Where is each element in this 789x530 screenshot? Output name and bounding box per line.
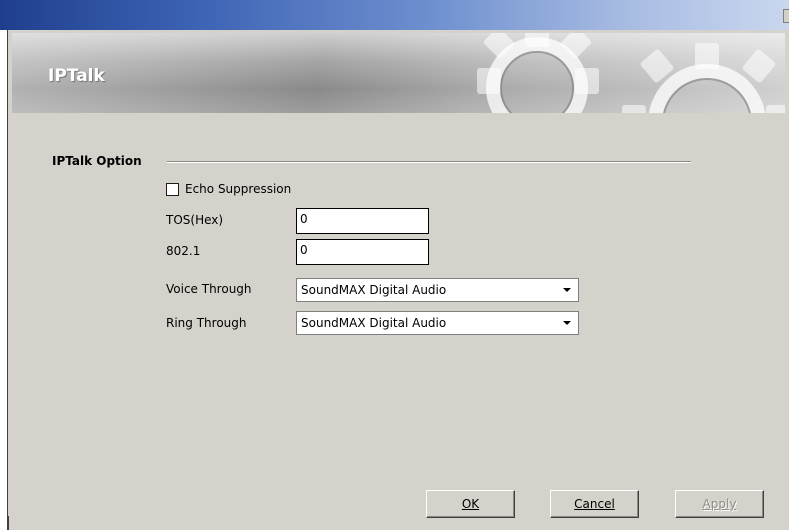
echo-suppression-label: Echo Suppression bbox=[185, 182, 292, 196]
cancel-button[interactable]: Cancel bbox=[550, 490, 639, 518]
ring-through-value: SoundMAX Digital Audio bbox=[301, 316, 447, 330]
ok-button[interactable]: OK bbox=[426, 490, 515, 518]
voice-through-select[interactable]: SoundMAX Digital Audio bbox=[296, 278, 579, 302]
header-banner: IPTalk bbox=[12, 33, 785, 113]
window-left-edge bbox=[0, 30, 8, 530]
group-divider bbox=[167, 161, 691, 163]
dot1-input[interactable]: 0 bbox=[296, 239, 429, 265]
echo-suppression-option[interactable]: Echo Suppression bbox=[166, 181, 291, 197]
window-corner bbox=[7, 516, 9, 530]
chevron-down-icon[interactable] bbox=[556, 279, 578, 301]
group-label: IPTalk Option bbox=[52, 154, 142, 168]
title-bar-button[interactable] bbox=[783, 9, 789, 23]
tos-input[interactable]: 0 bbox=[296, 208, 429, 234]
title-bar bbox=[0, 0, 789, 30]
apply-button[interactable]: Apply bbox=[675, 490, 764, 518]
gears-icon bbox=[442, 33, 785, 113]
ring-through-select[interactable]: SoundMAX Digital Audio bbox=[296, 311, 579, 335]
dot1-label: 802.1 bbox=[166, 244, 201, 258]
voice-through-label: Voice Through bbox=[166, 282, 252, 296]
banner-title: IPTalk bbox=[48, 66, 105, 86]
chevron-down-icon[interactable] bbox=[556, 312, 578, 334]
voice-through-value: SoundMAX Digital Audio bbox=[301, 283, 447, 297]
checkbox-icon[interactable] bbox=[166, 182, 179, 196]
ring-through-label: Ring Through bbox=[166, 316, 247, 330]
tos-label: TOS(Hex) bbox=[166, 213, 224, 227]
